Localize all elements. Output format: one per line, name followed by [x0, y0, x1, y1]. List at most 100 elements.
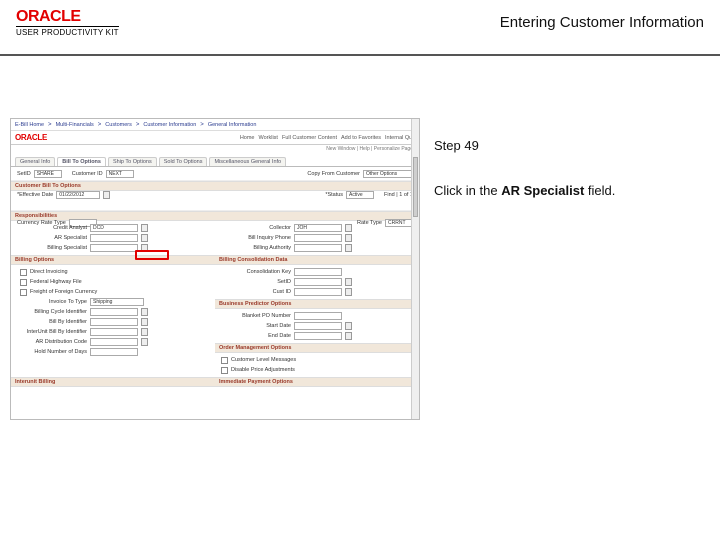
cons-setid-input[interactable] [294, 278, 342, 286]
tab-general-info[interactable]: General Info [15, 157, 55, 166]
oracle-mini-logo: ORACLE [15, 133, 47, 142]
lov-icon[interactable] [345, 288, 352, 296]
menu-item[interactable]: Customer Information [143, 122, 196, 128]
lov-icon[interactable] [345, 224, 352, 232]
responsibilities-grid: Credit AnalystDCD AR Specialist Billing … [11, 221, 419, 255]
direct-invoicing-checkbox[interactable] [20, 269, 27, 276]
section-order-mgmt: Order Management Options [215, 343, 419, 353]
calendar-icon[interactable] [103, 191, 110, 199]
lov-icon[interactable] [141, 328, 148, 336]
collector-input[interactable]: JOH [294, 224, 342, 232]
toolbar-right: Home Worklist Full Customer Content Add … [240, 135, 415, 141]
calendar-icon[interactable] [345, 322, 352, 330]
calendar-icon[interactable] [345, 332, 352, 340]
instruction-pre: Click in the [434, 183, 501, 198]
toolbar-link[interactable]: Full Customer Content [282, 135, 337, 141]
start-date-input[interactable] [294, 322, 342, 330]
toolbar-link[interactable]: Add to Favorites [341, 135, 381, 141]
app-page-links[interactable]: New Window | Help | Personalize Page [11, 145, 419, 155]
oracle-logo: ORACLE [16, 8, 81, 26]
brand-block: ORACLE USER PRODUCTIVITY KIT [16, 8, 119, 37]
customer-level-msgs-label: Customer Level Messages [231, 357, 296, 363]
ar-specialist-label: AR Specialist [17, 235, 87, 241]
invoice-to-type-label: Invoice To Type [17, 299, 87, 305]
find-label[interactable]: Find | 1 of 1 [384, 192, 413, 198]
billing-cycle-input[interactable] [90, 308, 138, 316]
interunit-billby-input[interactable] [90, 328, 138, 336]
lov-icon[interactable] [141, 308, 148, 316]
menu-item[interactable]: Customers [105, 122, 132, 128]
credit-analyst-input[interactable]: DCD [90, 224, 138, 232]
ar-dist-code-input[interactable] [90, 338, 138, 346]
section-customer-billto: Customer Bill To Options [11, 181, 419, 191]
hold-days-input[interactable] [90, 348, 138, 356]
custid-value: NEXT [106, 170, 134, 178]
cons-key-input[interactable] [294, 268, 342, 276]
effdate-input[interactable]: 01/22/2012 [56, 191, 100, 199]
lov-icon[interactable] [141, 338, 148, 346]
instruction-pane: Step 49 Click in the AR Specialist field… [434, 138, 704, 200]
eff-status-row: *Effective Date01/22/2012 *StatusActive … [11, 191, 419, 211]
step-number: Step 49 [434, 138, 704, 153]
direct-invoicing-label: Direct Invoicing [30, 269, 68, 275]
cons-custid-input[interactable] [294, 288, 342, 296]
app-screenshot-panel: E-Bill Home> Multi-Financials> Customers… [10, 118, 420, 420]
ar-dist-code-label: AR Distribution Code [17, 339, 87, 345]
hold-days-label: Hold Number of Days [17, 349, 87, 355]
tab-ship-to-options[interactable]: Ship To Options [108, 157, 157, 166]
disable-price-adj-checkbox[interactable] [221, 367, 228, 374]
bill-inquiry-phone-input[interactable] [294, 234, 342, 242]
lov-icon[interactable] [141, 234, 148, 242]
section-business-predictor: Business Predictor Options [215, 299, 419, 309]
cons-custid-label: Cust ID [221, 289, 291, 295]
status-label: *Status [325, 192, 343, 198]
tab-sold-to-options[interactable]: Sold To Options [159, 157, 208, 166]
billing-specialist-input[interactable] [90, 244, 138, 252]
lov-icon[interactable] [345, 234, 352, 242]
disable-price-adj-label: Disable Price Adjustments [231, 367, 295, 373]
id-row: SetIDSHARE Customer IDNEXT Copy From Cus… [11, 167, 419, 181]
invoice-to-type-select[interactable]: Shipping [90, 298, 144, 306]
billing-authority-input[interactable] [294, 244, 342, 252]
section-immediate-payment: Immediate Payment Options [215, 377, 419, 387]
copy-from-select[interactable]: Other Options [363, 170, 413, 178]
freight-foreign-checkbox[interactable] [20, 289, 27, 296]
lov-icon[interactable] [345, 278, 352, 286]
federal-highway-checkbox[interactable] [20, 279, 27, 286]
scrollbar-thumb[interactable] [413, 157, 418, 217]
tab-misc-general-info[interactable]: Miscellaneous General Info [209, 157, 286, 166]
menu-item[interactable]: General Information [208, 122, 257, 128]
end-date-input[interactable] [294, 332, 342, 340]
app-toolbar: ORACLE Home Worklist Full Customer Conte… [11, 131, 419, 145]
status-select[interactable]: Active [346, 191, 374, 199]
billing-cycle-label: Billing Cycle Identifier [17, 309, 87, 315]
end-date-label: End Date [221, 333, 291, 339]
tab-strip: General Info Bill To Options Ship To Opt… [11, 155, 419, 167]
menu-item[interactable]: Multi-Financials [56, 122, 94, 128]
lov-icon[interactable] [141, 224, 148, 232]
customer-level-msgs-checkbox[interactable] [221, 357, 228, 364]
custid-label: Customer ID [72, 171, 103, 177]
billing-authority-label: Billing Authority [221, 245, 291, 251]
freight-foreign-label: Freight of Foreign Currency [30, 289, 97, 295]
instruction-post: field. [584, 183, 615, 198]
cons-key-label: Consolidation Key [221, 269, 291, 275]
lov-icon[interactable] [141, 244, 148, 252]
ar-specialist-input[interactable] [90, 234, 138, 242]
menu-item[interactable]: E-Bill Home [15, 122, 44, 128]
tab-bill-to-options[interactable]: Bill To Options [57, 157, 106, 166]
blanket-po-label: Blanket PO Number [221, 313, 291, 319]
start-date-label: Start Date [221, 323, 291, 329]
setid-value: SHARE [34, 170, 62, 178]
section-billing-consolidation: Billing Consolidation Data [215, 255, 419, 265]
interunit-billby-label: InterUnit Bill By Identifier [17, 329, 87, 335]
toolbar-link[interactable]: Home [240, 135, 255, 141]
blanket-po-input[interactable] [294, 312, 342, 320]
lov-icon[interactable] [141, 318, 148, 326]
toolbar-link[interactable]: Worklist [258, 135, 277, 141]
bill-by-input[interactable] [90, 318, 138, 326]
app-breadcrumb-menu: E-Bill Home> Multi-Financials> Customers… [11, 119, 419, 131]
bill-by-label: Bill By Identifier [17, 319, 87, 325]
lov-icon[interactable] [345, 244, 352, 252]
vertical-scrollbar[interactable] [411, 119, 419, 419]
